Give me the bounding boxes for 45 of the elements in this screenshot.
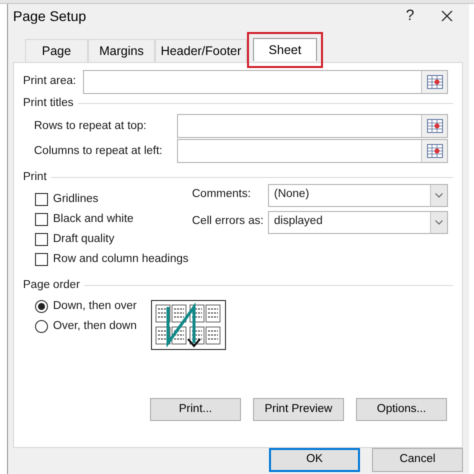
- field-label: Columns to repeat at left:: [34, 144, 164, 159]
- radio-button[interactable]: [35, 300, 48, 314]
- input-field[interactable]: [177, 139, 448, 164]
- tab[interactable]: Margins: [88, 39, 155, 62]
- checkbox-label: Row and column headings: [53, 252, 189, 267]
- checkbox[interactable]: [35, 193, 48, 206]
- grid-icon: [426, 75, 442, 89]
- range-picker-button[interactable]: [421, 140, 447, 162]
- dropdown[interactable]: (None): [268, 184, 448, 206]
- button[interactable]: Options...: [356, 398, 447, 421]
- help-button[interactable]: ?: [395, 4, 425, 28]
- checkbox[interactable]: [35, 253, 48, 266]
- dropdown[interactable]: displayed: [268, 210, 448, 234]
- range-picker-button[interactable]: [421, 71, 447, 93]
- checkbox-label: Gridlines: [53, 192, 98, 207]
- input-field[interactable]: [83, 70, 448, 94]
- section-heading: Print: [23, 170, 48, 186]
- dropdown-label: Cell errors as:: [192, 214, 265, 230]
- checkbox[interactable]: [35, 233, 48, 246]
- window-title: Page Setup: [13, 6, 86, 26]
- checkbox-label: Black and white: [53, 212, 134, 227]
- field-label: Rows to repeat at top:: [34, 118, 148, 134]
- section-heading: Page order: [23, 278, 81, 292]
- button[interactable]: Cancel: [372, 448, 463, 472]
- range-picker-button[interactable]: [421, 115, 447, 138]
- tab[interactable]: Sheet: [253, 38, 317, 61]
- button[interactable]: OK: [269, 448, 360, 472]
- button[interactable]: Print Preview: [253, 398, 344, 421]
- tab[interactable]: Header/Footer: [155, 39, 247, 62]
- section-heading: Print titles: [23, 96, 74, 111]
- chevron-down-icon: [430, 212, 447, 232]
- radio-button[interactable]: [35, 320, 48, 334]
- chevron-down-icon: [430, 184, 447, 206]
- close-icon: [441, 10, 453, 22]
- radio-label: Down, then over: [53, 299, 137, 314]
- field-label: Print area:: [23, 74, 78, 90]
- dropdown-label: Comments:: [192, 187, 252, 202]
- radio-label: Over, then down: [53, 319, 137, 334]
- tab[interactable]: Page: [25, 39, 88, 62]
- grid-icon: [426, 119, 442, 134]
- input-field[interactable]: [177, 114, 448, 138]
- checkbox[interactable]: [35, 213, 48, 226]
- checkbox-label: Draft quality: [53, 232, 114, 247]
- grid-icon: [426, 144, 442, 158]
- button[interactable]: Print...: [150, 398, 241, 421]
